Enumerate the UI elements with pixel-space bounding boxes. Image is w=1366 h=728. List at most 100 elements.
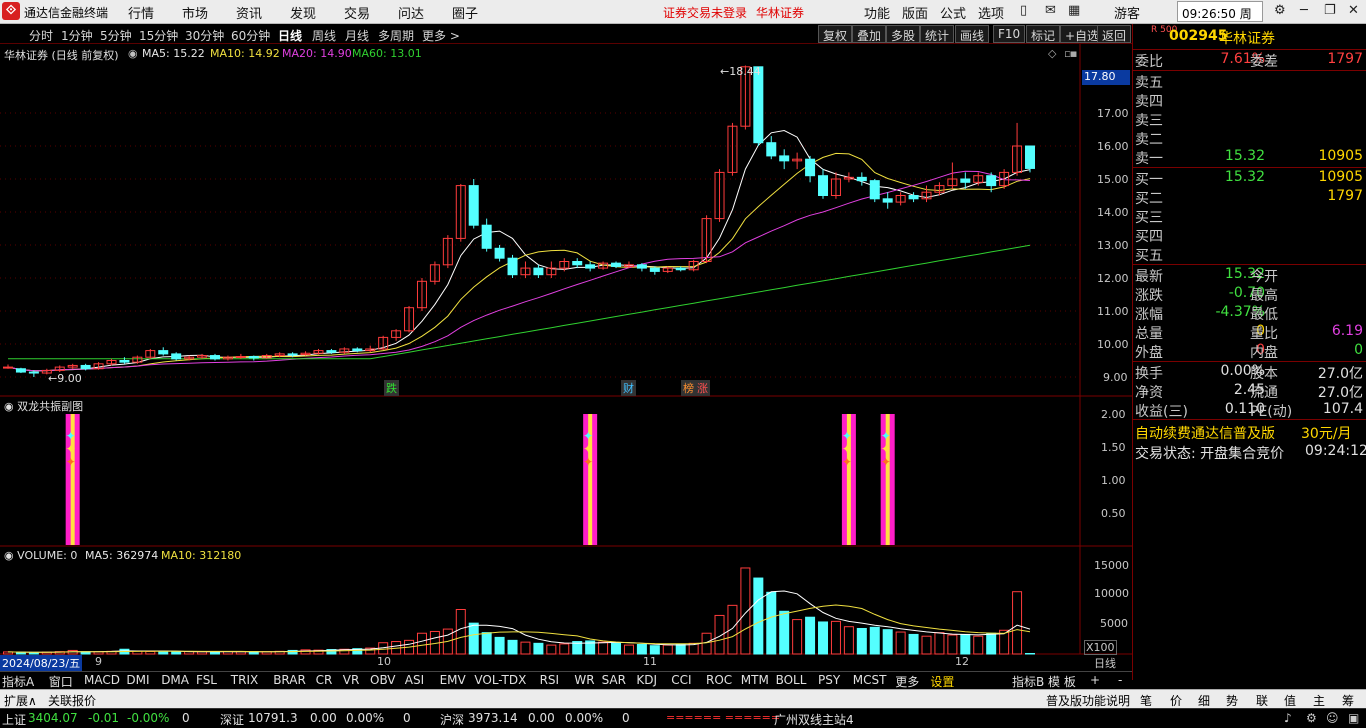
kline-chart[interactable]: ✦✦✦✦✦✦✦✦✦✦✦✦ [0,44,1132,671]
tongji-button[interactable]: 统计 [920,25,955,43]
grid-icon[interactable]: ▦ [1068,3,1080,18]
indicator-tab[interactable]: MCST [853,673,887,687]
indicator-tab[interactable]: FSL [196,673,217,687]
ad-row[interactable]: 自动续费通达信普及版 30元/月 [1133,423,1366,442]
tab-right[interactable]: + [1090,673,1100,687]
menu-faxian[interactable]: 发现 [290,3,316,22]
menu-wenda[interactable]: 问达 [398,3,424,22]
indicator-tab[interactable]: BOLL [776,673,807,687]
indicator-tab[interactable]: KDJ [636,673,657,687]
indicator-tab[interactable]: EMV [440,673,466,687]
menu-xuanxiang[interactable]: 选项 [978,3,1004,22]
menu-quanzi[interactable]: 圈子 [452,3,478,22]
indicator-tab[interactable]: CCI [671,673,691,687]
period-more[interactable]: 更多 > [422,27,460,44]
indicator-tab[interactable]: MACD [84,673,120,687]
indicator-tab[interactable]: 更多 [895,673,919,690]
tick-button[interactable]: 笔 [1140,692,1152,709]
indicator-tab[interactable]: MTM [741,673,769,687]
menu-gongneng[interactable]: 功能 [864,3,890,22]
indicator-tab[interactable]: ASI [405,673,424,687]
event-die[interactable]: 跌 [384,380,399,396]
help-link[interactable]: 普及版功能说明 [1046,692,1130,709]
huaxian-button[interactable]: 画线 [955,25,990,43]
period-daily[interactable]: 日线 [278,27,302,44]
minimize-icon[interactable]: ─ [1300,3,1308,18]
trend-button[interactable]: 势 [1226,692,1238,709]
period-weekly[interactable]: 周线 [312,27,336,44]
indicator-tab[interactable]: VR [343,673,360,687]
menu-jiaoyi[interactable]: 交易 [344,3,370,22]
period-monthly[interactable]: 月线 [345,27,369,44]
close-icon[interactable]: ✕ [1348,3,1359,18]
sh-label[interactable]: 上证 [2,711,26,728]
sound-icon[interactable]: ♪ [1284,711,1292,725]
restore-icon[interactable]: ❐ [1324,3,1336,18]
value-button[interactable]: 值 [1284,692,1296,709]
period-fenshi[interactable]: 分时 [29,27,53,44]
event-bang[interactable]: 榜 [681,380,696,396]
login-hint[interactable]: 证券交易未登录 [663,4,747,21]
lock-icon[interactable]: ▣ [1348,711,1359,725]
menu-hangqing[interactable]: 行情 [128,3,154,22]
biaoji-button[interactable]: 标记 [1026,25,1061,43]
indicator-tab[interactable]: 设置 [930,673,954,690]
server-name[interactable]: 广州双线主站4 [774,711,854,728]
chips-button[interactable]: 筹 [1342,692,1354,709]
chart-options-icon[interactable]: ◉ [128,47,138,60]
tab-right[interactable]: - [1118,673,1122,687]
link-button[interactable]: 联 [1256,692,1268,709]
indicator-tab[interactable]: ROC [706,673,732,687]
indicator-tab[interactable]: DMA [161,673,189,687]
period-5min[interactable]: 5分钟 [100,27,132,44]
detail-button[interactable]: 细 [1198,692,1210,709]
indicator-tab[interactable]: VOL-TDX [474,673,526,687]
tab-right[interactable]: 模 板 [1048,673,1076,690]
period-1min[interactable]: 1分钟 [61,27,93,44]
f10-button[interactable]: F10 [993,25,1026,43]
close-panel-icon[interactable]: ▪ [1070,47,1077,60]
tab-right[interactable]: 指标B [1012,673,1044,690]
indicator-tab[interactable]: PSY [818,673,840,687]
indicator-tab[interactable]: TRIX [231,673,258,687]
back-button[interactable]: 返回 [1097,25,1132,43]
message-icon[interactable]: ✉ [1045,3,1056,18]
hs-label[interactable]: 沪深 [440,711,464,728]
indicator-tab[interactable]: 指标A [2,673,34,690]
indicator-tab[interactable]: RSI [540,673,560,687]
phone-icon[interactable]: ▯ [1020,3,1027,18]
indicator-tab[interactable]: BRAR [273,673,306,687]
menu-banmian[interactable]: 版面 [902,3,928,22]
period-30min[interactable]: 30分钟 [185,27,224,44]
chart-area[interactable]: ✦ ✦ ✦ ✦ ✦ ✦ ✦ ✦ ✦ ✦ ✦ ✦ 华林证券 (日线 前复权) ◉ MA5: 15.22 … [0,44,1132,671]
indicator-tab[interactable]: WR [574,673,594,687]
menu-shichang[interactable]: 市场 [182,3,208,22]
period-multi[interactable]: 多周期 [378,27,414,44]
skin-icon[interactable]: ⚙ [1274,3,1286,18]
settings-icon[interactable]: ⚙ [1306,711,1317,725]
diamond-icon[interactable]: ◇ [1048,47,1056,60]
fuquan-button[interactable]: 复权 [818,25,853,43]
duogu-button[interactable]: 多股 [886,25,921,43]
diejia-button[interactable]: 叠加 [852,25,887,43]
event-zhang[interactable]: 涨 [695,380,710,396]
ad-text[interactable]: 自动续费通达信普及版 [1135,423,1275,443]
indicator-tab[interactable]: OBV [370,673,396,687]
price-button[interactable]: 价 [1170,692,1182,709]
user-label[interactable]: 游客 [1114,3,1140,22]
menu-gongshi[interactable]: 公式 [940,3,966,22]
ad-price[interactable]: 30元/月 [1301,423,1352,443]
user-icon[interactable]: ☺ [1326,711,1339,725]
indicator-tab[interactable]: DMI [126,673,149,687]
indicator-tab[interactable]: CR [316,673,333,687]
period-60min[interactable]: 60分钟 [231,27,270,44]
sz-label[interactable]: 深证 [220,711,244,728]
period-15min[interactable]: 15分钟 [139,27,178,44]
event-cai[interactable]: 财 [621,380,636,396]
menu-zixun[interactable]: 资讯 [236,3,262,22]
expand-button[interactable]: 扩展∧ [4,692,37,709]
related-quote-button[interactable]: 关联报价 [48,692,96,709]
indicator-tab[interactable]: 窗口 [49,673,73,690]
indicator-tab[interactable]: SAR [602,673,626,687]
main-button[interactable]: 主 [1313,692,1325,709]
